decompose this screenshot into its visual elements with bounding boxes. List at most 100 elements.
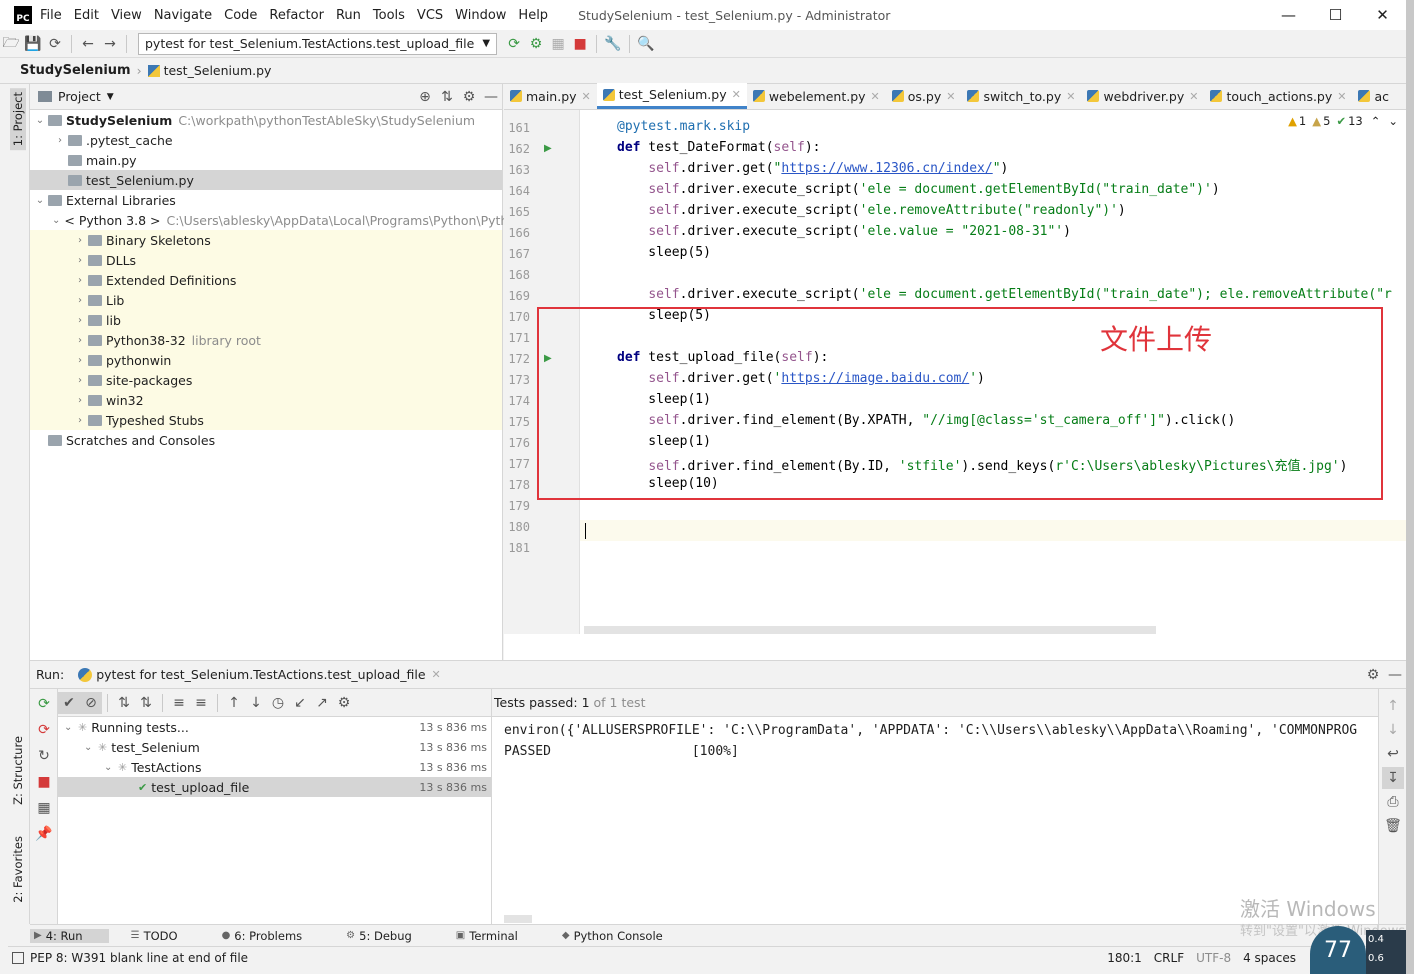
show-passed-icon[interactable]: ✔ <box>58 691 80 714</box>
sort-alpha-icon[interactable]: ⇅ <box>113 692 135 714</box>
file-encoding[interactable]: UTF-8 <box>1196 951 1231 965</box>
tab-project[interactable]: 1: Project <box>10 88 26 151</box>
editor-tab[interactable]: os.py ✕ <box>886 83 962 109</box>
show-ignored-icon[interactable]: ⊘ <box>80 691 102 714</box>
chevron-right-icon[interactable]: › <box>72 315 88 326</box>
open-folder-icon[interactable]: 🗁 <box>0 33 22 55</box>
test-node[interactable]: ⌄ ✳ TestActions 13 s 836 ms <box>58 757 491 777</box>
gear-icon[interactable]: ⚙ <box>333 692 355 714</box>
chevron-down-icon[interactable]: ⌄ <box>32 195 48 206</box>
tree-item[interactable]: test_Selenium.py <box>30 170 502 190</box>
chevron-right-icon[interactable]: › <box>72 415 88 426</box>
minimize-icon[interactable]: — <box>1265 0 1312 30</box>
menu-item-refactor[interactable]: Refactor <box>269 8 324 23</box>
chevron-down-icon[interactable]: ⌄ <box>104 762 118 773</box>
tree-item[interactable]: › lib <box>30 310 502 330</box>
tree-item[interactable]: › pythonwin <box>30 350 502 370</box>
close-icon[interactable]: ✕ <box>1066 90 1075 103</box>
editor-tab[interactable]: ac <box>1352 83 1395 109</box>
coverage-icon[interactable]: ▦ <box>547 33 569 55</box>
chevron-right-icon[interactable]: › <box>72 275 88 286</box>
save-icon[interactable]: 💾 <box>22 33 44 55</box>
breadcrumb-project[interactable]: StudySelenium <box>20 63 131 78</box>
search-icon[interactable]: 🔍 <box>635 33 657 55</box>
editor-tab[interactable]: webelement.py ✕ <box>747 83 886 109</box>
bottom-tab-4-run[interactable]: ▶ 4: Run <box>30 928 109 943</box>
chevron-down-icon[interactable]: ⌄ <box>1388 114 1398 128</box>
toggle-auto-test-icon[interactable]: ↻ <box>33 745 55 767</box>
arrow-down-icon[interactable]: ↓ <box>245 692 267 714</box>
close-icon[interactable]: ✕ <box>1189 90 1198 103</box>
locate-icon[interactable]: ⊕ <box>414 86 436 108</box>
wrench-icon[interactable]: 🔧 <box>602 33 624 55</box>
close-icon[interactable]: ✕ <box>732 88 741 101</box>
gear-icon[interactable]: ⚙ <box>458 86 480 108</box>
import-icon[interactable]: ↙ <box>289 692 311 714</box>
rerun-failed-icon[interactable]: ⟳ <box>33 719 55 741</box>
tree-item[interactable]: › Lib <box>30 290 502 310</box>
editor-tab[interactable]: touch_actions.py ✕ <box>1204 83 1352 109</box>
chevron-right-icon[interactable]: › <box>72 395 88 406</box>
bottom-tab-terminal[interactable]: ▣ Terminal <box>456 929 540 943</box>
project-panel-title[interactable]: Project <box>58 89 101 104</box>
editor-tab[interactable]: switch_to.py ✕ <box>961 83 1081 109</box>
menu-item-window[interactable]: Window <box>455 8 506 23</box>
close-icon[interactable]: ✕ <box>1337 90 1346 103</box>
forward-icon[interactable]: → <box>99 33 121 55</box>
trash-icon[interactable]: 🗑 <box>1382 815 1404 837</box>
bottom-tab-6-problems[interactable]: ● 6: Problems <box>222 929 325 943</box>
editor-tab[interactable]: test_Selenium.py ✕ <box>596 83 747 109</box>
chevron-right-icon[interactable]: › <box>72 375 88 386</box>
rerun-icon[interactable]: ⟳ <box>33 693 55 715</box>
line-separator[interactable]: CRLF <box>1154 951 1184 965</box>
menu-item-run[interactable]: Run <box>336 8 361 23</box>
stop-icon[interactable]: ■ <box>569 33 591 55</box>
tab-favorites[interactable]: 2: Favorites <box>10 832 26 907</box>
menu-item-navigate[interactable]: Navigate <box>154 8 212 23</box>
tree-item[interactable]: › Typeshed Stubs <box>30 410 502 430</box>
arrow-up-icon[interactable]: ↑ <box>1382 695 1404 717</box>
chevron-right-icon[interactable]: › <box>72 255 88 266</box>
sort-duration-icon[interactable]: ⇅ <box>135 692 157 714</box>
indent-setting[interactable]: 4 spaces <box>1243 951 1296 965</box>
chevron-right-icon[interactable]: › <box>52 135 68 146</box>
menu-item-view[interactable]: View <box>111 8 142 23</box>
arrow-down-icon[interactable]: ↓ <box>1382 719 1404 741</box>
test-node[interactable]: ✔ test_upload_file 13 s 836 ms <box>58 777 491 797</box>
bottom-tab-5-debug[interactable]: ⚙ 5: Debug <box>346 929 434 943</box>
horizontal-scrollbar[interactable] <box>584 626 1156 634</box>
inspection-widget[interactable]: ▲ 1 ▲ 5 ✔ 13 ⌃ ⌄ <box>1288 114 1398 128</box>
console-output[interactable]: Tests passed: 1 of 1 test environ({'ALLU… <box>492 689 1378 925</box>
pin-icon[interactable]: 📌 <box>33 823 55 845</box>
chevron-up-icon[interactable]: ⌃ <box>1371 114 1381 128</box>
menu-item-code[interactable]: Code <box>224 8 257 23</box>
chevron-down-icon[interactable]: ⌄ <box>84 742 98 753</box>
hide-icon[interactable]: — <box>1384 664 1406 686</box>
test-node[interactable]: ⌄ ✳ Running tests... 13 s 836 ms <box>58 717 491 737</box>
tree-item[interactable]: ⌄ External Libraries <box>30 190 502 210</box>
run-gutter-icon[interactable]: ▶ <box>544 143 552 154</box>
test-node[interactable]: ⌄ ✳ test_Selenium 13 s 836 ms <box>58 737 491 757</box>
tree-item[interactable]: ⌄ < Python 3.8 > C:\Users\ablesky\AppData\… <box>30 210 508 230</box>
expand-all-icon[interactable]: ≡ <box>168 692 190 714</box>
run-configuration-select[interactable]: pytest for test_Selenium.TestActions.tes… <box>138 32 498 55</box>
menu-item-tools[interactable]: Tools <box>373 8 405 23</box>
layout-icon[interactable]: ▦ <box>33 797 55 819</box>
tree-item[interactable]: › .pytest_cache <box>30 130 502 150</box>
editor-tab[interactable]: main.py ✕ <box>504 83 597 109</box>
close-icon[interactable]: ✕ <box>871 90 880 103</box>
tree-item[interactable]: › Python38-32 library root <box>30 330 502 350</box>
arrow-up-icon[interactable]: ↑ <box>223 692 245 714</box>
stop-icon[interactable]: ■ <box>33 771 55 793</box>
layout-icon[interactable] <box>12 951 24 964</box>
sync-icon[interactable]: ⟳ <box>44 33 66 55</box>
hide-icon[interactable]: — <box>480 86 502 108</box>
history-icon[interactable]: ◷ <box>267 692 289 714</box>
menu-item-vcs[interactable]: VCS <box>417 8 443 23</box>
tree-item[interactable]: › DLLs <box>30 250 502 270</box>
tree-item[interactable]: › win32 <box>30 390 502 410</box>
chevron-down-icon[interactable]: ⌄ <box>64 722 78 733</box>
menu-item-edit[interactable]: Edit <box>74 8 99 23</box>
gear-icon[interactable]: ⚙ <box>1362 664 1384 686</box>
soft-wrap-icon[interactable]: ↩ <box>1382 743 1404 765</box>
